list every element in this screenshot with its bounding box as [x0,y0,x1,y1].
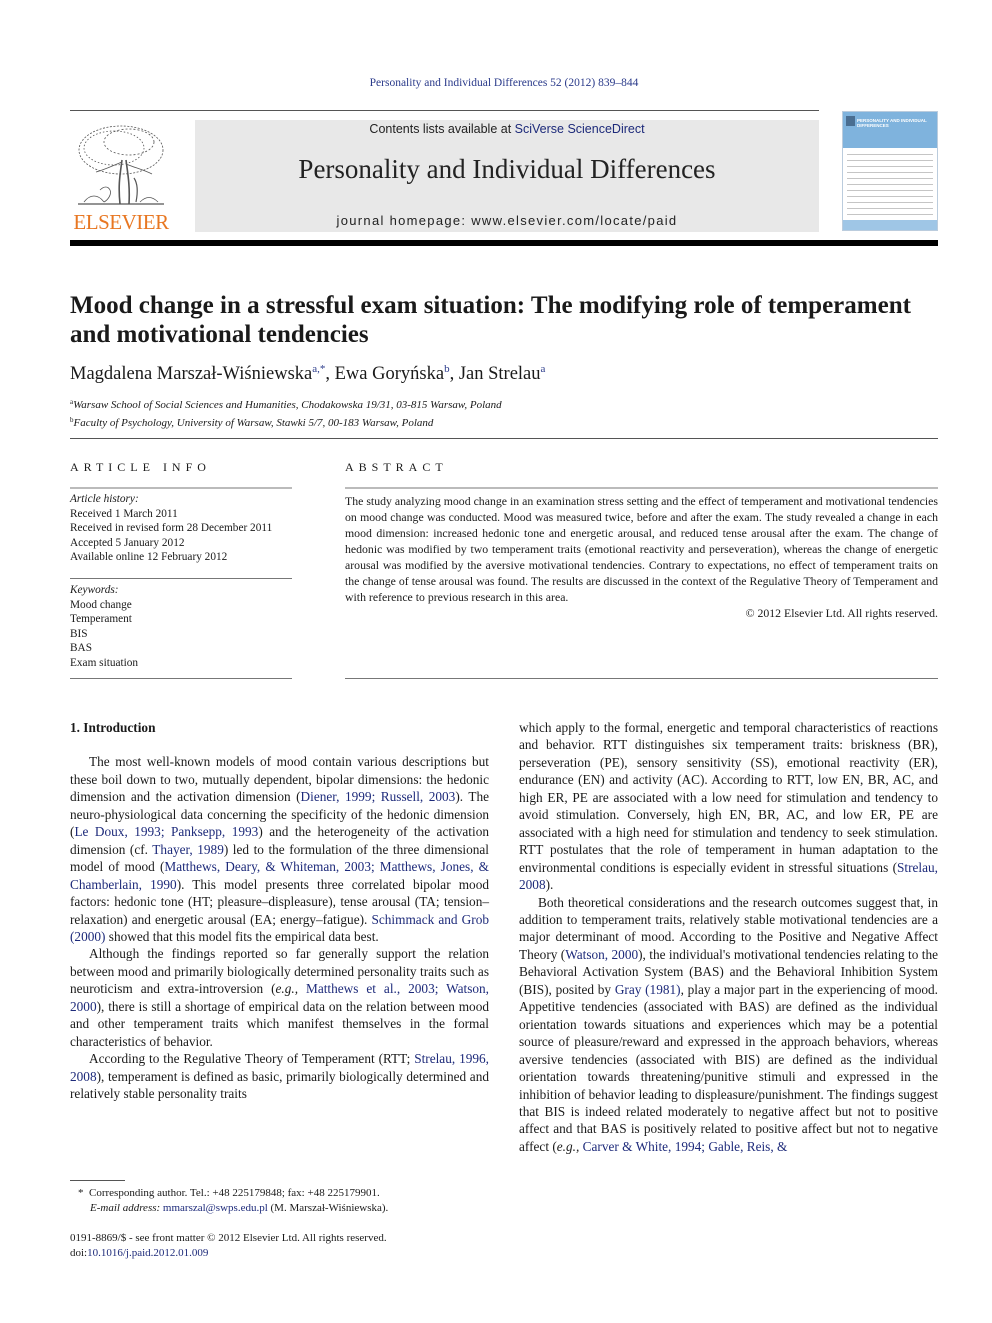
abstract-copyright: © 2012 Elsevier Ltd. All rights reserved… [745,606,938,620]
affiliation-text: Faculty of Psychology, University of War… [73,417,434,429]
paragraph: According to the Regulative Theory of Te… [70,1051,490,1102]
affiliations: aWarsaw School of Social Sciences and Hu… [70,395,940,431]
elsevier-wordmark: ELSEVIER [73,210,169,234]
keywords-heading: Keywords: [70,584,119,596]
journal-title: Personality and Individual Differences [298,154,716,184]
author-name[interactable]: Ewa Goryńska [335,364,444,384]
keyword-item: BIS [70,627,88,640]
doi-link[interactable]: 10.1016/j.paid.2012.01.009 [87,1247,208,1259]
keywords-rule [70,578,292,579]
contents-prefix: Contents lists available at [369,122,515,136]
keywords: Keywords: Mood change Temperament BIS BA… [70,583,300,671]
paragraph: which apply to the formal, energetic and… [519,720,938,893]
abstract-label: ABSTRACT [345,460,448,474]
citation-link[interactable]: Carver & White, 1994; Gable, Reis, & [583,1139,788,1154]
elsevier-logo: ELSEVIER [70,120,172,234]
citation-link[interactable]: Watson, 2000 [565,947,638,962]
abstract-rule [345,487,938,489]
tree-icon [78,125,164,205]
citation-link[interactable]: Strelau, 2008 [519,860,938,892]
italic-text: e.g., [275,981,299,997]
corresponding-text: Corresponding author. Tel.: +48 22517984… [89,1187,380,1199]
footnotes: * Corresponding author. Tel.: +48 225179… [70,1186,490,1215]
citation-link[interactable]: Matthews, Deary, & Whiteman, 2003; Matth… [70,859,489,891]
paragraph: Both theoretical considerations and the … [519,894,939,1154]
author-name[interactable]: Jan Strelau [459,364,541,384]
section-heading: 1. Introduction [70,720,156,735]
sciencedirect-link[interactable]: SciVerse ScienceDirect [515,122,645,136]
issn-block: 0191-8869/$ - see front matter © 2012 El… [70,1231,490,1260]
affiliation-item: aWarsaw School of Social Sciences and Hu… [70,395,940,413]
corresponding-author-note: * Corresponding author. Tel.: +48 225179… [70,1186,490,1201]
citation-link[interactable]: Thayer, 1989 [152,842,224,857]
abstract-bottom-rule [345,678,938,679]
keyword-item: Exam situation [70,656,139,669]
affiliation-text: Warsaw School of Social Sciences and Hum… [73,399,502,411]
article-title: Mood change in a stressful exam situatio… [70,292,911,348]
keyword-item: Mood change [70,598,132,611]
keyword-item: BAS [70,642,92,655]
journal-masthead: Contents lists available at SciVerse Sci… [195,120,819,232]
doi-prefix: doi: [70,1246,88,1259]
article-history: Article history: Received 1 March 2011 R… [70,492,300,565]
citation-link[interactable]: Diener, 1999; Russell, 2003 [301,789,456,804]
history-item: Received in revised form 28 December 201… [70,522,273,535]
email-note: E-mail address: mmarszal@swps.edu.pl (M.… [70,1201,490,1216]
journal-citation-link[interactable]: Personality and Individual Differences 5… [0,77,992,89]
cover-banner: PERSONALITY AND INDIVIDUAL DIFFERENCES [843,112,937,148]
author-list: Magdalena Marszał-Wiśniewskaa,*, Ewa Gor… [70,363,546,384]
contents-line: Contents lists available at SciVerse Sci… [195,122,819,136]
cover-contents [847,154,933,220]
header-rule [70,110,819,111]
email-suffix: (M. Marszał-Wiśniewska). [267,1201,389,1214]
cover-footer [843,220,937,230]
italic-text: e.g., [556,1138,580,1154]
history-item: Accepted 5 January 2012 [70,536,185,549]
article-info-rule [70,487,292,489]
journal-cover-thumbnail[interactable]: PERSONALITY AND INDIVIDUAL DIFFERENCES [842,111,938,231]
doi-line: doi:10.1016/j.paid.2012.01.009 [70,1246,490,1261]
author-affiliation-mark[interactable]: b [444,363,450,375]
journal-homepage-link[interactable]: journal homepage: www.elsevier.com/locat… [195,213,819,228]
article-info-label: ARTICLE INFO [70,460,211,474]
citation-link[interactable]: Gray (1981) [615,982,681,997]
cover-title: PERSONALITY AND INDIVIDUAL DIFFERENCES [857,118,927,129]
paragraph: Although the findings reported so far ge… [70,946,489,1049]
history-item: Available online 12 February 2012 [70,551,228,564]
cover-emblem-icon [846,116,855,126]
affiliation-item: bFaculty of Psychology, University of Wa… [70,413,940,431]
history-heading: Article history: [70,493,139,505]
citation-link[interactable]: Le Doux, 1993; Panksepp, 1993 [74,824,258,839]
body-column-right: which apply to the formal, energetic and… [519,719,938,1155]
header-thick-rule [70,240,938,246]
author-affiliation-mark[interactable]: a,* [312,363,325,375]
keyword-item: Temperament [70,613,132,626]
footnote-rule [70,1180,125,1181]
title-divider [70,438,938,439]
author-name[interactable]: Magdalena Marszał-Wiśniewska [70,364,312,384]
issn-line: 0191-8869/$ - see front matter © 2012 El… [70,1232,387,1244]
footnote-star: * [78,1187,84,1199]
article-info-bottom-rule [70,678,292,679]
email-label: E-mail address: [90,1201,161,1214]
author-affiliation-mark[interactable]: a [541,363,546,375]
abstract: The study analyzing mood change in an ex… [345,493,938,621]
body-column-left: 1. Introduction The most well-known mode… [70,719,489,1103]
citation-link[interactable]: Schimmack and Grob (2000) [70,912,489,944]
paragraph: The most well-known models of mood conta… [70,754,490,944]
citation-link[interactable]: Strelau, 1996, 2008 [70,1051,489,1083]
email-link[interactable]: mmarszal@swps.edu.pl [163,1202,268,1214]
abstract-body: The study analyzing mood change in an ex… [345,494,938,604]
history-item: Received 1 March 2011 [70,507,178,520]
